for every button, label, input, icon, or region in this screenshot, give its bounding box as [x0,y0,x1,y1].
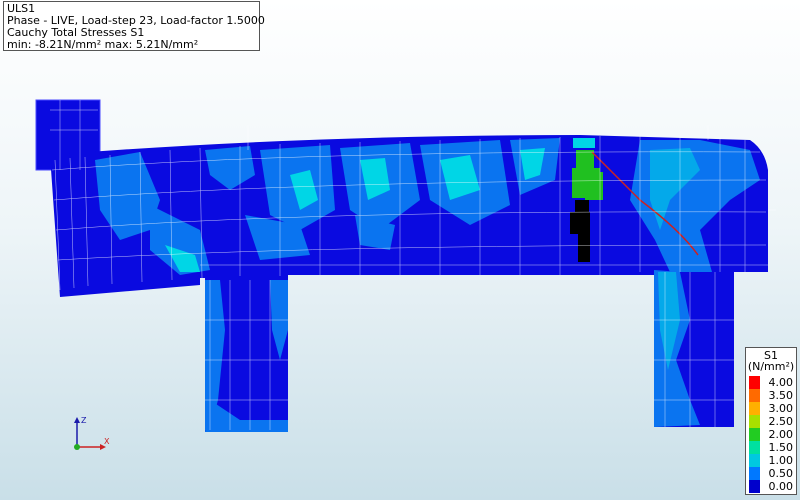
axis-z-label: Z [81,416,87,425]
legend-entry: 3.00 [749,402,795,415]
legend-entry: 2.50 [749,415,795,428]
legend-unit: (N/mm²) [747,360,795,373]
legend-entry: 0.50 [749,467,795,480]
legend-entry: 1.50 [749,441,795,454]
legend-label: 0.00 [768,480,794,493]
legend-label: 1.50 [768,441,794,454]
axis-x-label: X [104,437,110,446]
legend-swatch [749,402,760,415]
legend-entry: 4.00 [749,376,795,389]
legend-swatch [749,389,760,402]
legend-label: 1.00 [768,454,794,467]
fe-model [35,99,776,432]
legend-swatch [749,415,760,428]
axis-triad: Z X [74,416,110,450]
legend-label: 3.00 [768,402,794,415]
legend-label: 2.00 [768,428,794,441]
stress-legend: S1 (N/mm²) 4.00 3.50 3.00 2.50 2.00 1.50 1.00 0… [745,347,797,495]
legend-swatch [749,454,760,467]
legend-swatch [749,467,760,480]
legend-label: 4.00 [768,376,794,389]
legend-label: 0.50 [768,467,794,480]
legend-entry: 2.00 [749,428,795,441]
legend-swatch [749,480,760,493]
legend-entry: 0.00 [749,480,795,493]
model-viewport[interactable] [0,0,800,500]
legend-label: 3.50 [768,389,794,402]
legend-swatch [749,428,760,441]
legend-swatch [749,441,760,454]
legend-swatch [749,376,760,389]
legend-label: 2.50 [768,415,794,428]
legend-entry: 3.50 [749,389,795,402]
legend-entry: 1.00 [749,454,795,467]
